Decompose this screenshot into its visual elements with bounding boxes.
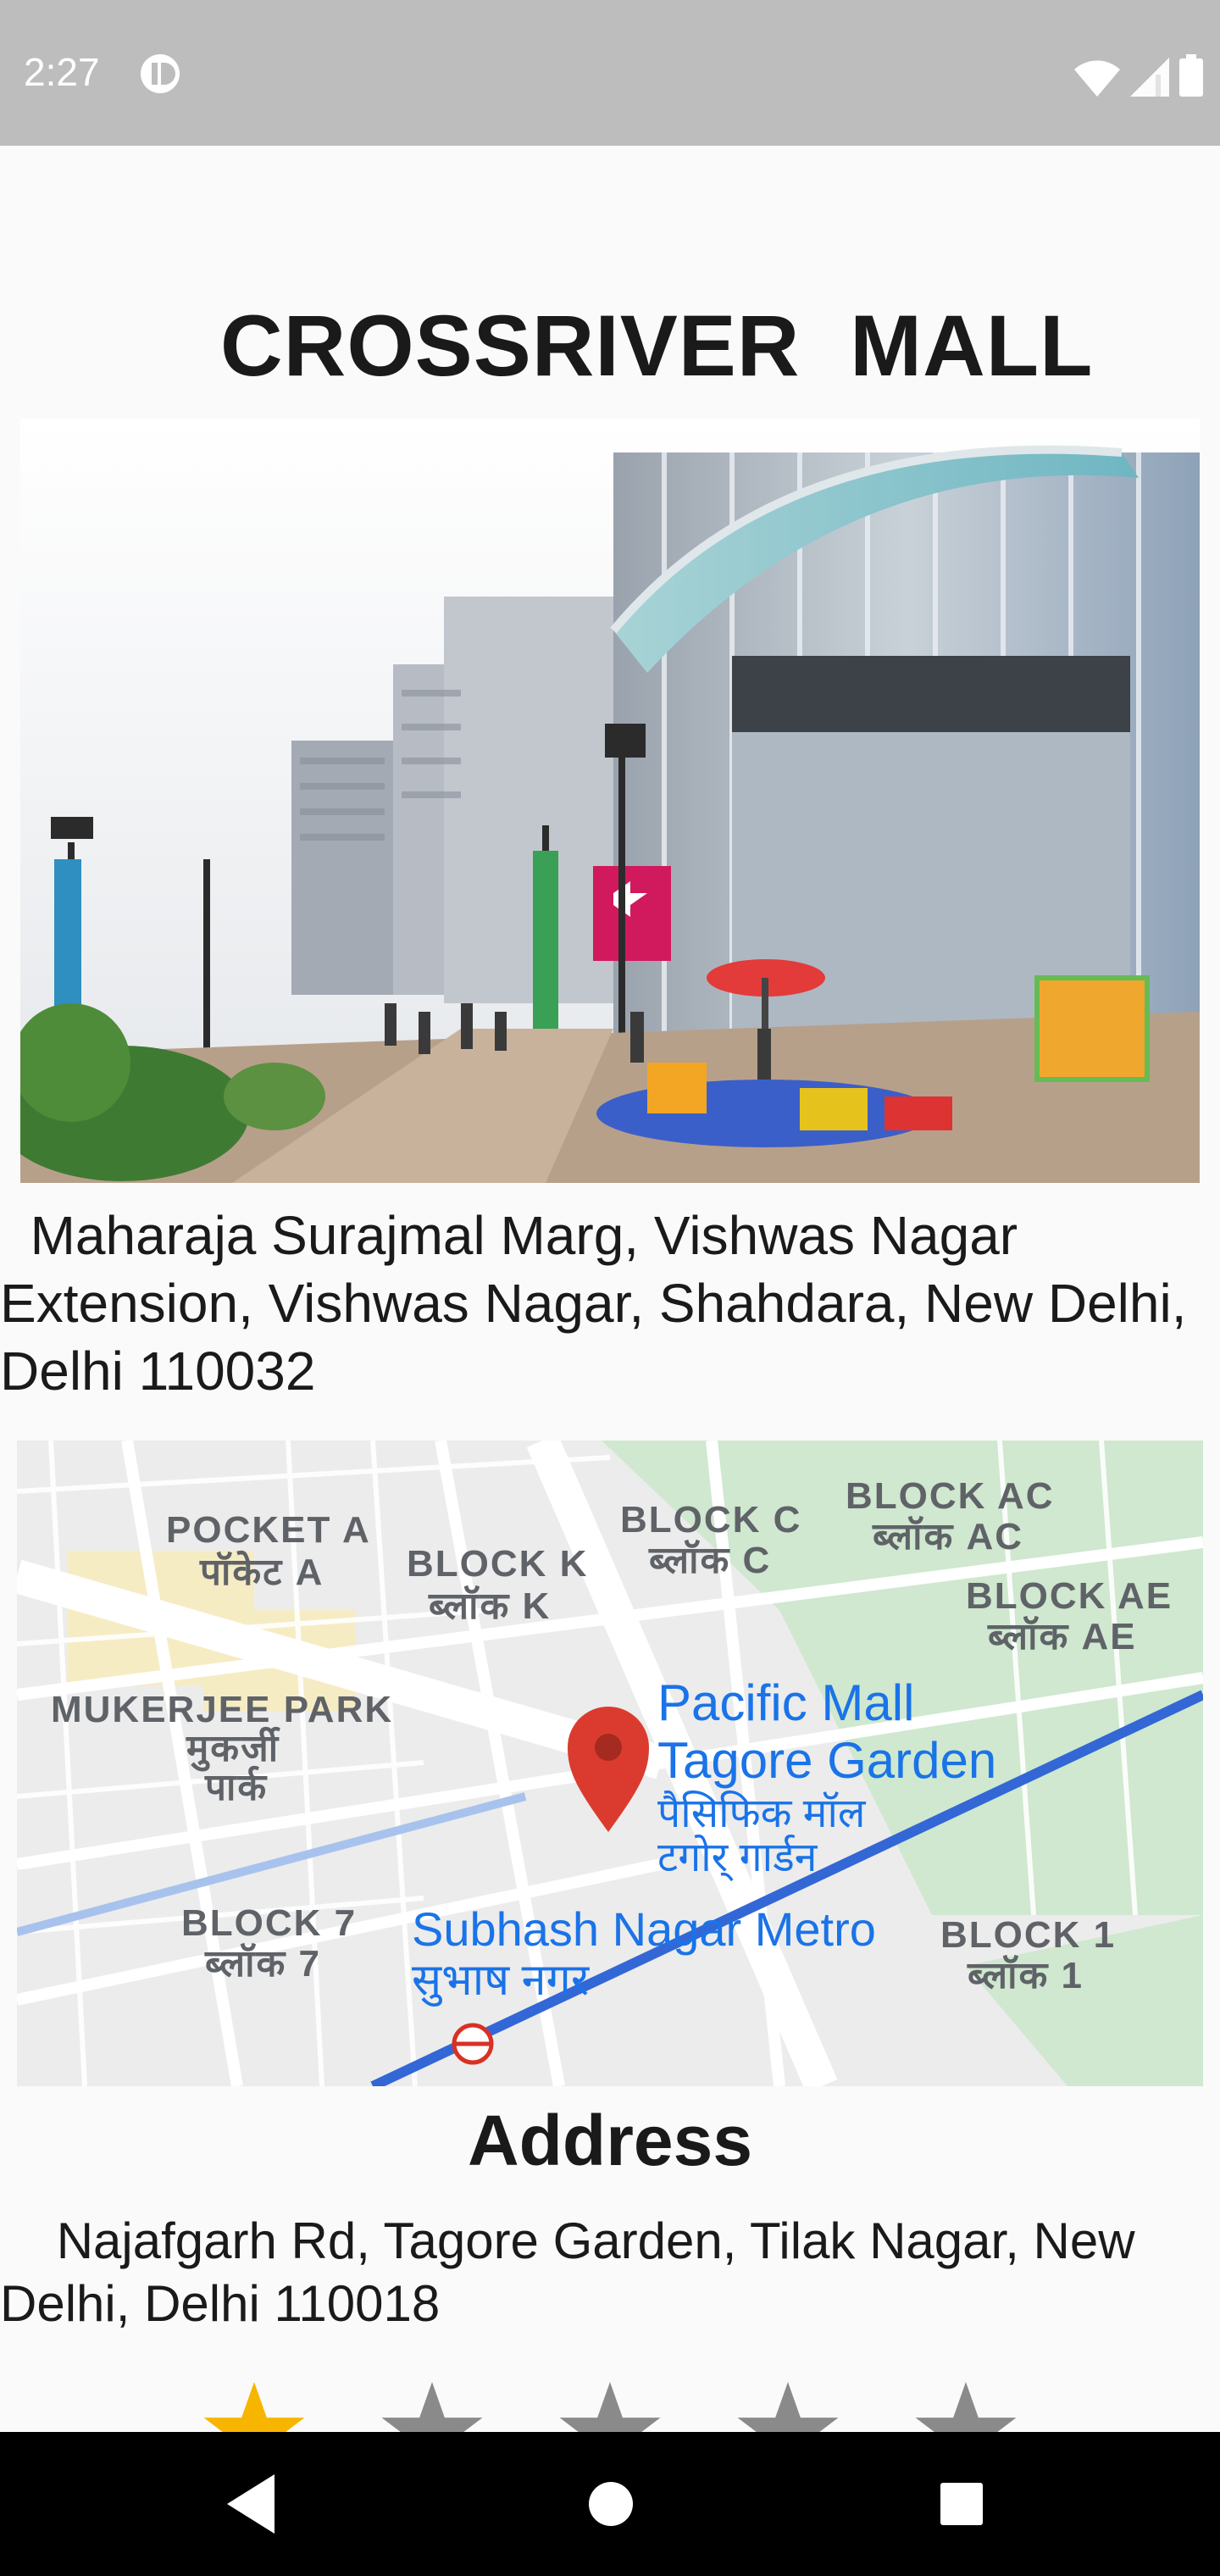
status-icons [1074, 51, 1203, 97]
home-icon[interactable] [573, 2466, 649, 2542]
status-bar: 2:27 [0, 0, 1220, 146]
map-pin-label: Pacific Mall [657, 1674, 914, 1731]
rating-star-1[interactable] [202, 2378, 307, 2432]
map-label-block-k-hi: ब्लॉक K [428, 1585, 551, 1627]
map-label-block-1-hi: ब्लॉक 1 [967, 1954, 1084, 1996]
map-label-block-7-hi: ब्लॉक 7 [204, 1942, 321, 1985]
rating-star-2[interactable] [380, 2378, 485, 2432]
map-label-block-k: BLOCK K [407, 1543, 588, 1585]
map-label-block-ac-hi: ब्लॉक AC [872, 1515, 1023, 1557]
mall-address: Maharaja Surajmal Marg, Vishwas Nagar Ex… [0, 1205, 1202, 1402]
map-pin-label-2: Tagore Garden [657, 1732, 996, 1789]
rating-star-4[interactable] [735, 2378, 840, 2432]
map-label-block-1: BLOCK 1 [940, 1914, 1116, 1956]
back-icon[interactable] [215, 2466, 291, 2542]
map-metro-label: Subhash Nagar Metro [412, 1902, 876, 1956]
map-metro-label-hi: सुभाष नगर [412, 1956, 591, 2007]
map-label-park-hi: पार्क [204, 1765, 268, 1808]
rating-bar[interactable] [0, 2378, 1220, 2432]
map-label-block-ae: BLOCK AE [966, 1575, 1173, 1617]
wifi-icon [1074, 60, 1120, 97]
map-label-mukerjee-park-hi: मुकर्जी [186, 1726, 281, 1772]
page-title: CROSSRIVER MALL [220, 297, 1094, 394]
map-label-block-ac: BLOCK AC [846, 1475, 1055, 1517]
map-label-block-c: BLOCK C [620, 1499, 801, 1541]
metro-station-icon [452, 2023, 494, 2065]
rating-star-5[interactable] [913, 2378, 1018, 2432]
map-label-block-ae-hi: ब्लॉक AE [987, 1615, 1137, 1657]
location-map[interactable]: POCKET A पॉकेट A BLOCK K ब्लॉक K BLOCK C… [17, 1441, 1203, 2086]
map-pin-label-hi-2: टगोर् गार्डन [657, 1834, 818, 1882]
navigation-bar [0, 2432, 1220, 2576]
app-notification-icon [141, 54, 180, 93]
map-pin-label-hi: पैसिफिक मॉल [657, 1790, 867, 1836]
status-time: 2:27 [24, 50, 100, 94]
map-label-pocket-a: POCKET A [166, 1509, 371, 1551]
rating-star-3[interactable] [557, 2378, 663, 2432]
battery-icon [1179, 54, 1203, 97]
map-label-mukerjee-park: MUKERJEE PARK [51, 1689, 393, 1730]
address-heading: Address [467, 2101, 753, 2180]
recents-icon[interactable] [923, 2466, 1000, 2542]
map-label-block-c-hi: ब्लॉक C [648, 1539, 771, 1581]
map-label-block-7: BLOCK 7 [181, 1902, 357, 1944]
signal-icon [1130, 58, 1169, 97]
map-label-pocket-a-hi: पॉकेट A [199, 1550, 324, 1593]
address-detail: Najafgarh Rd, Tagore Garden, Tilak Nagar… [0, 2212, 1150, 2332]
mall-photo [20, 419, 1200, 1183]
